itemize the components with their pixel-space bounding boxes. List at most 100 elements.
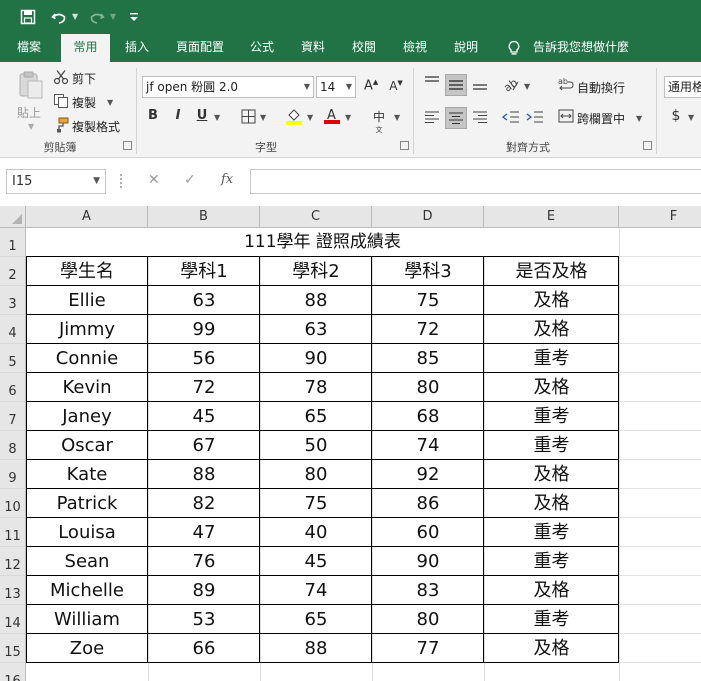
column-header-e[interactable]: E [484, 206, 619, 228]
score-cell[interactable]: 88 [148, 461, 260, 488]
row-header-8[interactable]: 8 [0, 431, 26, 460]
tab-file[interactable]: 檔案 [6, 34, 52, 62]
increase-indent-icon[interactable] [526, 110, 544, 128]
undo-icon[interactable] [50, 7, 68, 27]
phonetic-dropdown-icon[interactable]: ▼ [394, 113, 400, 122]
score-cell[interactable]: 88 [260, 287, 372, 314]
row-header-11[interactable]: 11 [0, 518, 26, 547]
tab-data[interactable]: 資料 [293, 34, 333, 62]
score-cell[interactable]: 78 [260, 374, 372, 401]
formula-input[interactable] [250, 169, 701, 194]
column-header-d[interactable]: D [372, 206, 484, 228]
pass-status-cell[interactable]: 及格 [484, 635, 619, 662]
pass-status-cell[interactable]: 及格 [484, 287, 619, 314]
score-cell[interactable]: 68 [372, 403, 484, 430]
pass-status-cell[interactable]: 重考 [484, 345, 619, 372]
underline-button[interactable]: U [195, 108, 209, 123]
name-box[interactable]: I15 ▼ [6, 169, 106, 194]
align-middle-button[interactable] [445, 74, 467, 96]
copy-icon[interactable] [53, 93, 69, 113]
font-name-select[interactable]: jf open 粉圓 2.0 ▼ [142, 76, 314, 98]
student-name-cell[interactable]: Kevin [26, 374, 148, 401]
score-cell[interactable]: 88 [260, 635, 372, 662]
student-name-cell[interactable]: Kate [26, 461, 148, 488]
decrease-indent-icon[interactable] [501, 110, 520, 128]
score-cell[interactable]: 77 [372, 635, 484, 662]
pass-status-cell[interactable]: 重考 [484, 403, 619, 430]
score-cell[interactable]: 65 [260, 403, 372, 430]
score-cell[interactable]: 80 [260, 461, 372, 488]
paste-dropdown-icon[interactable]: ▼ [28, 122, 34, 131]
italic-button[interactable]: I [171, 108, 185, 123]
score-cell[interactable]: 45 [148, 403, 260, 430]
score-cell[interactable]: 65 [260, 606, 372, 633]
merge-center-icon[interactable] [558, 109, 574, 127]
decrease-font-size-icon[interactable]: A▼ [389, 79, 403, 93]
column-header-c[interactable]: C [260, 206, 372, 228]
borders-dropdown-icon[interactable]: ▼ [260, 113, 266, 122]
student-name-cell[interactable]: Connie [26, 345, 148, 372]
alignment-launcher-icon[interactable] [643, 141, 652, 150]
score-cell[interactable]: 72 [372, 316, 484, 343]
score-cell[interactable]: 80 [372, 374, 484, 401]
score-cell[interactable]: 50 [260, 432, 372, 459]
align-top-icon[interactable] [423, 76, 441, 94]
column-heading[interactable]: 學科3 [372, 258, 484, 285]
number-format-select[interactable]: 通用格 [664, 76, 701, 98]
fill-color-dropdown-icon[interactable]: ▼ [307, 113, 313, 122]
wrap-text-button[interactable]: 自動換行 [577, 79, 625, 96]
score-cell[interactable]: 60 [372, 519, 484, 546]
tab-insert[interactable]: 插入 [117, 34, 157, 62]
align-left-icon[interactable] [423, 111, 441, 127]
undo-dropdown-icon[interactable]: ▼ [72, 8, 78, 26]
underline-dropdown-icon[interactable]: ▼ [214, 113, 220, 122]
currency-dropdown-icon[interactable]: ▼ [688, 113, 694, 122]
student-name-cell[interactable]: Janey [26, 403, 148, 430]
pass-status-cell[interactable]: 重考 [484, 606, 619, 633]
score-cell[interactable]: 67 [148, 432, 260, 459]
score-cell[interactable]: 45 [260, 548, 372, 575]
redo-dropdown-icon[interactable]: ▼ [110, 8, 116, 26]
score-cell[interactable]: 83 [372, 577, 484, 604]
score-cell[interactable]: 74 [372, 432, 484, 459]
bold-button[interactable]: B [146, 108, 160, 123]
student-name-cell[interactable]: Jimmy [26, 316, 148, 343]
orientation-dropdown-icon[interactable]: ▼ [524, 82, 530, 91]
student-name-cell[interactable]: Ellie [26, 287, 148, 314]
format-painter-button[interactable]: 複製格式 [72, 118, 120, 135]
score-cell[interactable]: 86 [372, 490, 484, 517]
font-color-icon[interactable]: A [323, 106, 341, 128]
column-heading[interactable]: 學生名 [26, 258, 148, 285]
pass-status-cell[interactable]: 及格 [484, 374, 619, 401]
score-cell[interactable]: 89 [148, 577, 260, 604]
tab-review[interactable]: 校閱 [344, 34, 384, 62]
score-cell[interactable]: 72 [148, 374, 260, 401]
score-cell[interactable]: 82 [148, 490, 260, 517]
student-name-cell[interactable]: Patrick [26, 490, 148, 517]
copy-dropdown-icon[interactable]: ▼ [107, 98, 113, 107]
pass-status-cell[interactable]: 重考 [484, 432, 619, 459]
score-cell[interactable]: 90 [260, 345, 372, 372]
row-header-12[interactable]: 12 [0, 547, 26, 576]
redo-icon[interactable] [88, 7, 106, 27]
student-name-cell[interactable]: Oscar [26, 432, 148, 459]
column-header-b[interactable]: B [148, 206, 260, 228]
cut-button[interactable]: 剪下 [72, 70, 96, 87]
score-cell[interactable]: 53 [148, 606, 260, 633]
align-bottom-icon[interactable] [471, 76, 489, 94]
tab-home[interactable]: 常用 [61, 34, 110, 62]
pass-status-cell[interactable]: 及格 [484, 316, 619, 343]
phonetic-guide-icon[interactable]: 中文 [370, 108, 388, 140]
resize-handle[interactable] [120, 174, 122, 188]
row-header-7[interactable]: 7 [0, 402, 26, 431]
column-heading[interactable]: 是否及格 [484, 258, 619, 285]
score-cell[interactable]: 85 [372, 345, 484, 372]
student-name-cell[interactable]: Louisa [26, 519, 148, 546]
score-cell[interactable]: 56 [148, 345, 260, 372]
pass-status-cell[interactable]: 重考 [484, 519, 619, 546]
currency-button[interactable]: $ [670, 108, 682, 124]
align-center-button[interactable] [445, 107, 467, 129]
customize-qat-icon[interactable] [128, 7, 140, 27]
paste-icon[interactable] [17, 70, 45, 100]
clipboard-launcher-icon[interactable] [123, 141, 132, 150]
